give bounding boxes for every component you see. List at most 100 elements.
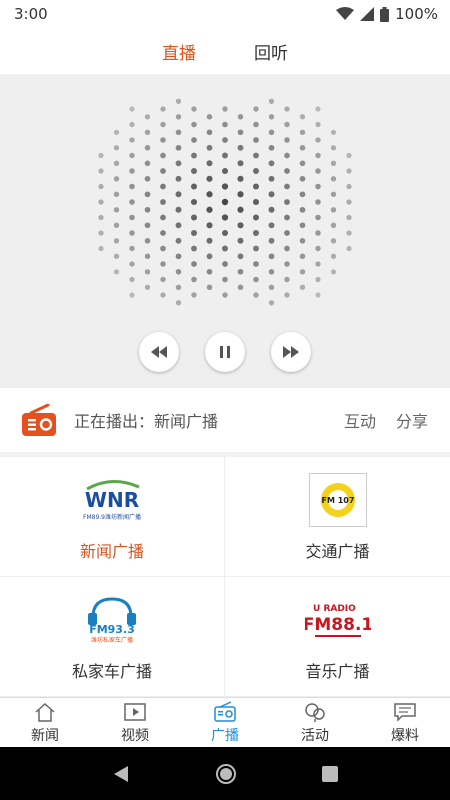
fast-forward-button[interactable] xyxy=(271,332,311,372)
station-logo-wnr: WNR FM89.9潍坊新闻广播 xyxy=(77,472,147,528)
system-nav-bar xyxy=(0,747,450,800)
speaker-dot xyxy=(222,292,228,298)
speaker-dot xyxy=(253,137,259,143)
speaker-dot xyxy=(253,276,259,283)
speaker-dot xyxy=(284,121,290,128)
status-icons: 100% xyxy=(336,5,438,23)
speaker-dot xyxy=(315,199,321,205)
nav-activity[interactable]: 活动 xyxy=(270,698,360,747)
speaker-dot xyxy=(160,261,166,267)
speaker-dot xyxy=(253,230,259,236)
station-news[interactable]: WNR FM89.9潍坊新闻广播 新闻广播 xyxy=(0,457,225,577)
speaker-dot xyxy=(237,129,244,136)
speaker-dot xyxy=(160,137,166,143)
speaker-dot xyxy=(160,106,166,112)
speaker-dot xyxy=(268,269,275,275)
recents-icon[interactable] xyxy=(321,765,338,782)
speaker-dot xyxy=(129,245,135,252)
tab-replay[interactable]: 回听 xyxy=(254,39,288,64)
share-button[interactable]: 分享 xyxy=(396,408,428,432)
message-icon xyxy=(394,702,416,722)
speaker-dot xyxy=(206,160,213,167)
speaker-dot xyxy=(113,253,120,259)
speaker-dot xyxy=(330,191,337,198)
nav-tipoff[interactable]: 爆料 xyxy=(360,698,450,747)
speaker-dot xyxy=(113,176,120,182)
activity-icon xyxy=(305,702,325,722)
station-label: 音乐广播 xyxy=(305,661,370,681)
home-icon xyxy=(35,702,55,722)
speaker-dot xyxy=(160,276,166,283)
speaker-dot xyxy=(144,175,151,182)
speaker-dot xyxy=(330,160,337,166)
speaker-dot xyxy=(284,292,290,298)
speaker-dot xyxy=(253,168,259,174)
speaker-dot xyxy=(315,245,321,252)
speaker-dot xyxy=(346,183,352,190)
speaker-dot xyxy=(191,106,197,112)
speaker-dot xyxy=(268,98,275,104)
speaker-dot xyxy=(175,284,182,291)
speaker-dot xyxy=(284,168,290,174)
speaker-dot xyxy=(98,214,104,221)
now-playing-bar: 正在播出：新闻广播 互动 分享 xyxy=(0,388,450,452)
speaker-dot xyxy=(237,206,244,213)
interact-button[interactable]: 互动 xyxy=(344,408,376,432)
speaker-dot xyxy=(268,222,275,229)
speaker-dot xyxy=(113,207,120,213)
speaker-dot xyxy=(144,191,151,198)
back-icon[interactable] xyxy=(112,765,130,783)
speaker-dot xyxy=(206,284,213,291)
speaker-dot xyxy=(98,168,104,174)
speaker-dot xyxy=(221,167,229,175)
rewind-icon xyxy=(151,346,167,358)
station-music[interactable]: U RADIO FM88.1 音乐广播 xyxy=(225,577,450,697)
speaker-dot xyxy=(222,245,228,252)
speaker-dot xyxy=(268,144,275,151)
speaker-dot xyxy=(191,245,197,252)
speaker-dot xyxy=(268,129,275,136)
home-button-icon[interactable] xyxy=(215,763,237,785)
svg-text:FM93.3: FM93.3 xyxy=(89,623,135,636)
speaker-dot xyxy=(191,137,197,143)
speaker-dot xyxy=(206,253,213,260)
nav-radio[interactable]: 广播 xyxy=(180,698,270,747)
nav-news[interactable]: 新闻 xyxy=(0,698,90,747)
speaker-dot xyxy=(268,160,275,167)
speaker-dot xyxy=(160,245,166,252)
speaker-dot xyxy=(237,237,244,244)
speaker-dot xyxy=(268,284,275,291)
speaker-dot xyxy=(222,261,228,267)
speaker-dot xyxy=(315,152,321,159)
speaker-dot xyxy=(299,222,306,229)
speaker-dot xyxy=(299,191,306,198)
pause-button[interactable] xyxy=(205,332,245,372)
speaker-dot xyxy=(237,191,244,198)
speaker-dot xyxy=(299,145,306,151)
speaker-dot xyxy=(175,237,182,244)
speaker-dot xyxy=(253,245,259,252)
rewind-button[interactable] xyxy=(139,332,179,372)
speaker-dot xyxy=(191,261,197,267)
station-private-car[interactable]: FM93.3 潍坊私家车广播 私家车广播 xyxy=(0,577,225,697)
nav-video[interactable]: 视频 xyxy=(90,698,180,747)
tab-live[interactable]: 直播 xyxy=(162,39,196,64)
status-time: 3:00 xyxy=(14,5,48,23)
radio-icon xyxy=(214,700,236,722)
speaker-dot xyxy=(190,198,198,206)
speaker-dot xyxy=(299,114,306,120)
speaker-dot xyxy=(268,175,275,182)
speaker-dot xyxy=(113,160,120,166)
speaker-dot xyxy=(253,106,259,112)
speaker-dot xyxy=(191,168,197,174)
speaker-dot xyxy=(129,106,135,112)
speaker-dot xyxy=(221,198,229,206)
station-traffic[interactable]: FM 107 交通广播 xyxy=(225,457,450,577)
player-controls xyxy=(0,332,450,376)
speaker-dot xyxy=(175,300,182,306)
speaker-dot xyxy=(221,183,229,190)
speaker-dot xyxy=(330,253,337,259)
station-logo-car: FM93.3 潍坊私家车广播 xyxy=(77,592,147,648)
station-label: 新闻广播 xyxy=(79,541,144,561)
now-playing-actions: 互动 分享 xyxy=(344,408,428,432)
